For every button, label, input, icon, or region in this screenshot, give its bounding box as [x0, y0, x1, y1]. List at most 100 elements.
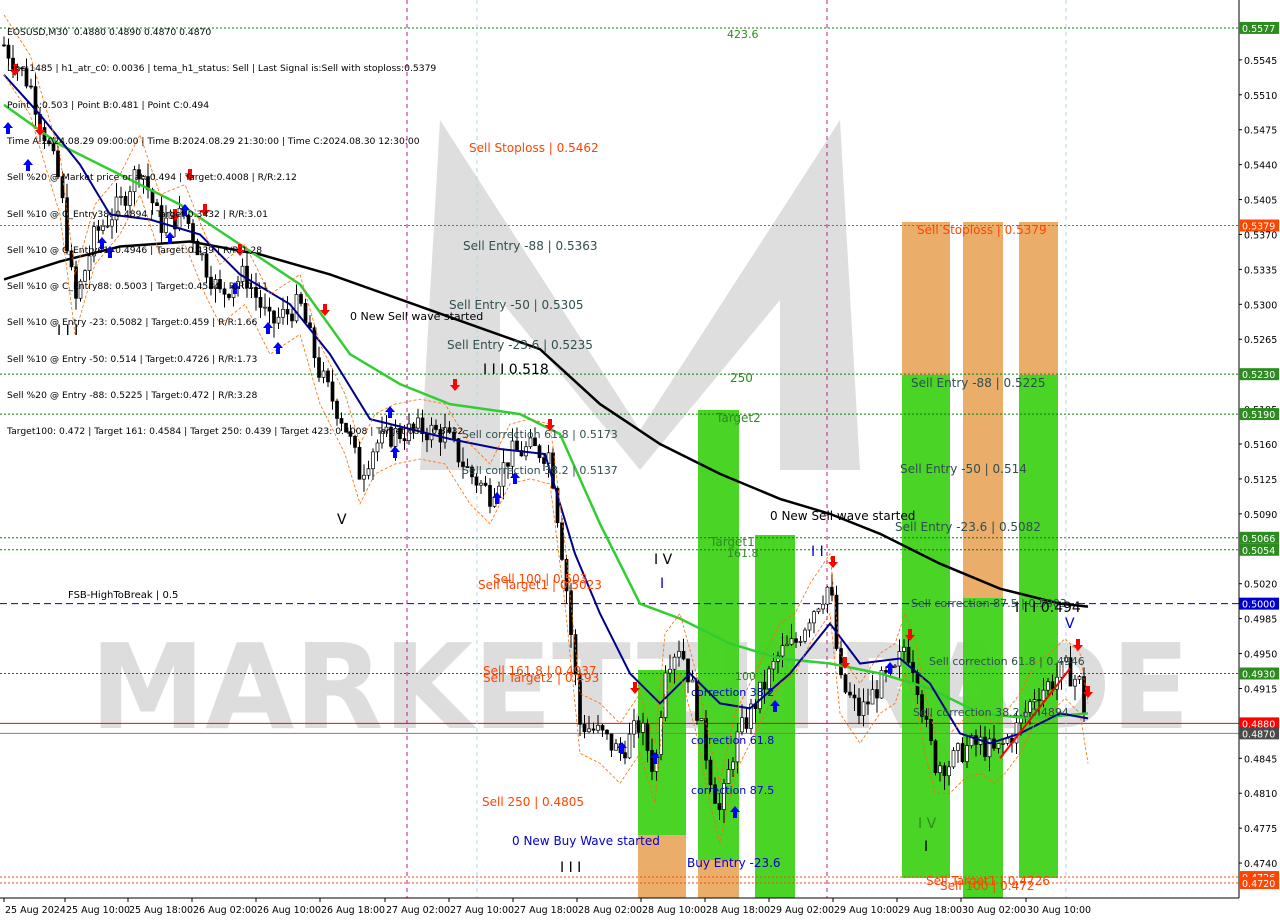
bear-candle: [2, 44, 6, 47]
bull-candle: [951, 750, 956, 768]
price-tick-label: 0.5510: [1244, 91, 1277, 102]
time-tick-label: 28 Aug 18:00: [706, 905, 770, 916]
chart-annotation: Sell Stoploss | 0.5462: [469, 141, 599, 155]
bear-candle: [636, 720, 641, 733]
info-line: Target100: 0.472 | Target 161: 0.4584 | …: [7, 426, 464, 438]
time-tick-label: 25 Aug 10:00: [66, 905, 130, 916]
bear-candle: [582, 723, 587, 733]
time-axis: 25 Aug 2024 25 Aug 10:0025 Aug 18:00 26 Au…: [0, 897, 1280, 920]
bear-candle: [857, 697, 861, 716]
bull-candle: [821, 603, 825, 610]
bull-candle: [987, 738, 992, 758]
bull-candle: [812, 611, 816, 624]
info-line: Sell %10 @ C_Entry38: 0.4894 | Target:0.…: [7, 208, 268, 220]
bull-candle: [947, 766, 951, 777]
price-tick-label: 0.5440: [1244, 161, 1277, 172]
bull-candle: [362, 474, 366, 480]
price-label-text: 0.5230: [1242, 370, 1275, 381]
bear-candle: [794, 638, 798, 643]
price-tick-label: 0.5300: [1244, 300, 1277, 311]
bear-candle: [960, 743, 965, 762]
chart-annotation: correction 61.8: [691, 734, 774, 747]
bull-candle: [798, 641, 803, 643]
bear-candle: [830, 586, 834, 596]
bear-candle: [681, 651, 686, 660]
price-tick-label: 0.5335: [1244, 265, 1277, 276]
chart-annotation: 100: [735, 670, 756, 683]
bear-candle: [884, 670, 888, 673]
time-tick-label: 25 Aug 2024: [5, 905, 66, 916]
chart-annotation: correction 38.2: [691, 686, 774, 699]
chart-annotation: Sell Entry -23.6 | 0.5235: [447, 338, 593, 352]
time-tick-label: 26 Aug 10:00: [257, 905, 321, 916]
bull-candle: [1041, 689, 1046, 702]
info-line: Sell %10 @ Entry -23: 0.5082 | Target:0.…: [7, 317, 258, 329]
bull-candle: [1073, 678, 1077, 687]
bear-candle: [1037, 699, 1041, 702]
bear-candle: [645, 722, 650, 751]
chart-annotation: Sell correction 61.8 | 0.4946: [929, 655, 1085, 668]
chart-annotation: Sell 100 | 0.472: [940, 879, 1034, 893]
bear-candle: [1082, 676, 1086, 715]
bull-candle: [965, 745, 969, 762]
price-tick-label: 0.4915: [1244, 684, 1277, 695]
bull-candle: [677, 651, 681, 658]
bull-candle: [668, 668, 672, 674]
price-label-text: 0.5190: [1242, 410, 1275, 421]
info-line: Sell %20 @ Entry -88: 0.5225 | Target:0.…: [7, 390, 258, 401]
bull-candle: [816, 608, 821, 612]
bear-candle: [992, 738, 996, 749]
chart-annotation: V: [1065, 616, 1075, 632]
chart-annotation: I: [924, 839, 928, 855]
price-tick-label: 0.5545: [1244, 56, 1277, 67]
info-line: Point A:0.503 | Point B:0.481 | Point C:…: [7, 99, 210, 111]
price-tick-label: 0.5090: [1244, 510, 1277, 521]
bull-candle: [803, 629, 807, 642]
bull-candle: [690, 679, 695, 683]
bear-candle: [744, 717, 749, 729]
bear-candle: [875, 689, 879, 699]
bull-candle: [587, 728, 591, 733]
time-tick-label: 28 Aug 02:00: [578, 905, 642, 916]
price-tick-label: 0.5020: [1244, 580, 1277, 591]
bull-candle: [807, 622, 812, 631]
bear-candle: [569, 590, 573, 635]
chart-annotation: Sell Entry -23.6 | 0.5082: [895, 520, 1041, 534]
chart-annotation: I I: [811, 544, 824, 560]
bear-candle: [933, 740, 938, 774]
green-target-zone: [902, 375, 950, 878]
bull-candle: [699, 718, 704, 721]
bear-candle: [591, 728, 596, 731]
price-tick-label: 0.5475: [1244, 126, 1277, 137]
price-tick-label: 0.4810: [1244, 789, 1277, 800]
bear-candle: [357, 446, 362, 480]
price-tick-label: 0.4845: [1244, 754, 1277, 765]
bull-candle: [740, 717, 744, 733]
green-target-zone: [755, 535, 795, 898]
chart-annotation: Sell Target2 | 0.493: [483, 671, 599, 685]
bull-candle: [596, 725, 600, 731]
chart-annotation: Sell correction 61.8 | 0.5173: [462, 428, 618, 441]
bull-candle: [371, 451, 375, 470]
time-tick-label: 27 Aug 02:00: [386, 905, 450, 916]
bull-candle: [938, 765, 942, 774]
bear-candle: [866, 701, 870, 705]
chart-annotation: Sell Entry -88 | 0.5363: [463, 239, 597, 253]
bull-candle: [956, 743, 960, 751]
bull-candle: [366, 468, 371, 476]
price-label-text: 0.4930: [1242, 670, 1275, 681]
time-tick-label: 30 Aug 10:00: [1027, 905, 1091, 916]
bull-candle: [726, 769, 731, 784]
chart-annotation: V: [337, 512, 347, 528]
bear-candle: [483, 482, 488, 486]
info-line: Sell %20 @ Market price or at: 0.494 | T…: [7, 172, 297, 184]
bull-candle: [771, 661, 776, 670]
chart-annotation: Sell 250 | 0.4805: [482, 795, 584, 809]
price-label-text: 0.4720: [1242, 879, 1275, 890]
info-line: EOSUSD,M30 0.4880 0.4890 0.4870 0.4870: [7, 27, 212, 39]
bear-candle: [843, 674, 848, 693]
time-tick-label: 27 Aug 18:00: [514, 905, 578, 916]
chart-annotation: I I I 0.518: [483, 362, 549, 378]
bull-candle: [510, 440, 515, 467]
bull-candle: [825, 586, 830, 605]
